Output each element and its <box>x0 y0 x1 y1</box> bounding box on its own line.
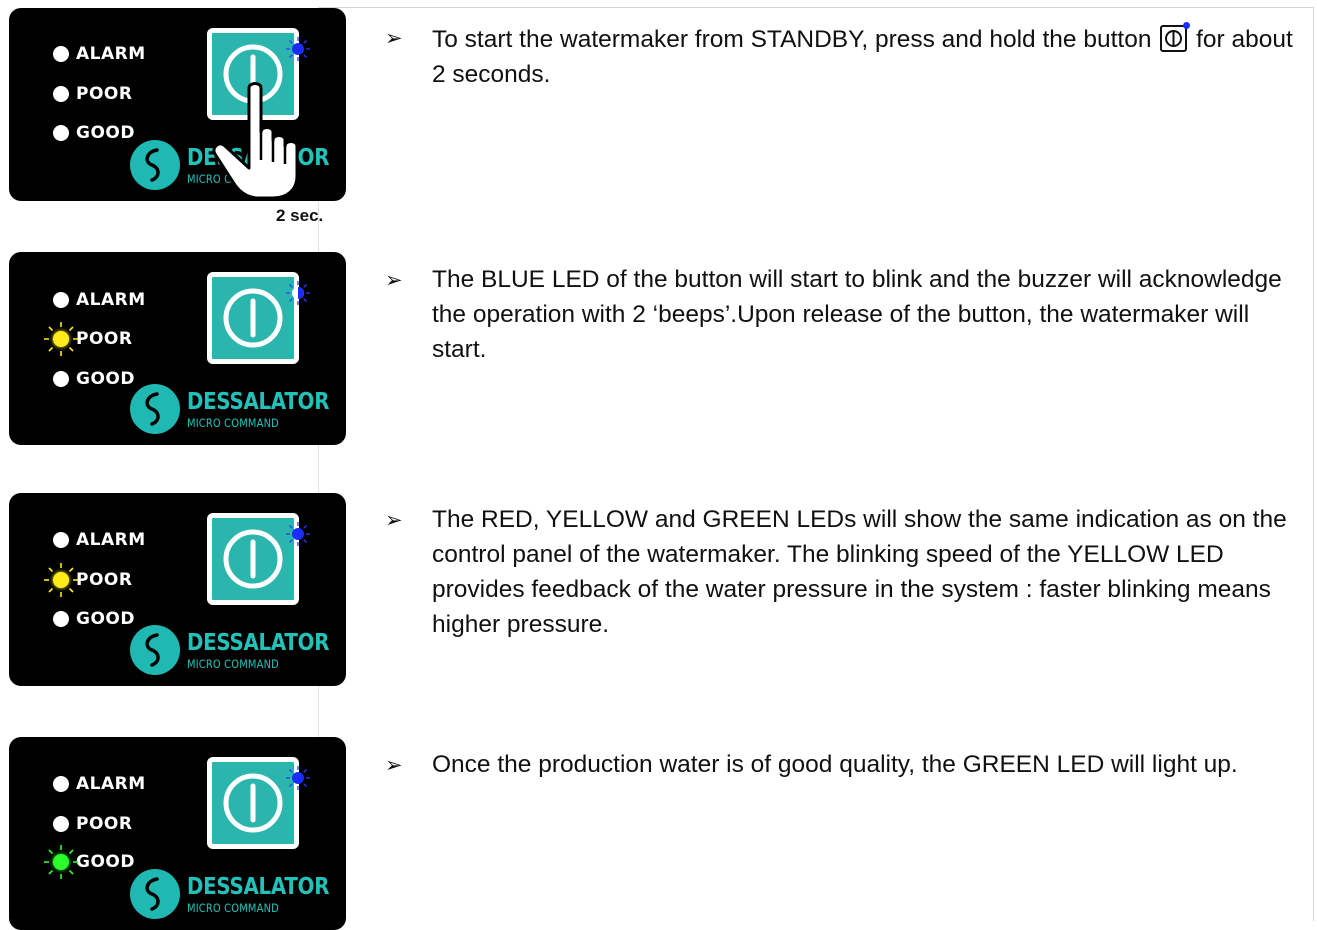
good-led <box>53 371 69 387</box>
sub-brand: MICRO COMMAND <box>187 901 279 915</box>
blink-rays-icon <box>44 563 78 597</box>
poor-led <box>53 86 69 102</box>
led-label-good: GOOD <box>76 609 135 629</box>
led-label-poor: POOR <box>76 570 133 590</box>
good-led <box>53 611 69 627</box>
blue-led-icon <box>286 522 310 546</box>
led-label-poor: POOR <box>76 329 133 349</box>
led-row-alarm: ALARM <box>53 42 146 66</box>
led-row-poor: POOR <box>44 563 133 597</box>
micro-command-panel: ALARM POOR GOOD <box>9 8 346 201</box>
step-4-text: Once the production water is of good qua… <box>432 751 1238 778</box>
brand-name: DESSALATOR <box>187 874 330 900</box>
step-2-text: The BLUE LED of the button will start to… <box>432 266 1282 363</box>
led-row-good: GOOD <box>53 607 135 631</box>
inline-power-button-icon <box>1160 22 1191 52</box>
led-label-poor: POOR <box>76 84 133 104</box>
led-row-poor: POOR <box>53 812 132 836</box>
step-1-text-before: To start the watermaker from STANDBY, pr… <box>432 26 1152 53</box>
blue-led-icon <box>286 766 310 790</box>
led-label-alarm: ALARM <box>76 44 146 64</box>
right-border <box>1313 7 1314 921</box>
bullet-arrow-icon: ➢ <box>385 754 403 777</box>
step-3-text: The RED, YELLOW and GREEN LEDs will show… <box>432 506 1287 638</box>
sub-brand: MICRO COMMAND <box>187 416 279 430</box>
led-row-good: GOOD <box>53 121 135 145</box>
led-label-good: GOOD <box>76 123 135 143</box>
dessalator-logo-icon <box>130 384 180 434</box>
hold-duration-caption: 2 sec. <box>276 206 324 225</box>
alarm-led <box>53 776 69 792</box>
led-row-poor: POOR <box>53 82 132 106</box>
led-label-alarm: ALARM <box>76 774 146 794</box>
led-label-poor: POOR <box>76 814 133 834</box>
led-row-alarm: ALARM <box>53 288 146 312</box>
inline-blue-led-icon <box>1183 22 1191 29</box>
bullet-arrow-icon: ➢ <box>385 27 403 50</box>
step-1-text: To start the watermaker from STANDBY, pr… <box>432 22 1302 92</box>
alarm-led <box>53 532 69 548</box>
led-row-good: GOOD <box>53 367 135 391</box>
good-led <box>53 125 69 141</box>
led-label-good: GOOD <box>76 369 135 389</box>
poor-led <box>53 816 69 832</box>
blink-rays-icon <box>44 322 78 356</box>
good-led-lit <box>44 845 78 879</box>
top-rule <box>318 7 1314 8</box>
dessalator-logo-icon <box>130 140 180 190</box>
poor-led-lit <box>44 563 78 597</box>
led-row-alarm: ALARM <box>53 772 146 796</box>
dessalator-logo-icon <box>130 869 180 919</box>
micro-command-panel: ALARM POOR GOOD <box>9 493 346 686</box>
sub-brand: MICRO COMMAND <box>187 657 279 671</box>
led-row-good: GOOD <box>44 845 135 879</box>
micro-command-panel: ALARM POOR GOOD <box>9 252 346 445</box>
dessalator-logo-icon <box>130 625 180 675</box>
led-label-good: GOOD <box>76 852 135 872</box>
blue-led-icon <box>286 37 310 61</box>
alarm-led <box>53 292 69 308</box>
led-label-alarm: ALARM <box>76 290 146 310</box>
power-icon <box>223 529 283 589</box>
bullet-arrow-icon: ➢ <box>385 509 403 532</box>
blue-led-blinking-icon <box>286 281 310 305</box>
alarm-led <box>53 46 69 62</box>
bullet-arrow-icon: ➢ <box>385 269 403 292</box>
power-icon <box>223 773 283 833</box>
pointing-hand-icon <box>212 82 299 200</box>
blink-rays-icon <box>44 845 78 879</box>
poor-led-lit <box>44 322 78 356</box>
brand-name: DESSALATOR <box>187 389 330 415</box>
led-row-alarm: ALARM <box>53 528 146 552</box>
led-row-poor: POOR <box>44 322 133 356</box>
brand-name: DESSALATOR <box>187 630 330 656</box>
led-label-alarm: ALARM <box>76 530 146 550</box>
micro-command-panel: ALARM POOR GOOD <box>9 737 346 930</box>
power-icon <box>223 288 283 348</box>
